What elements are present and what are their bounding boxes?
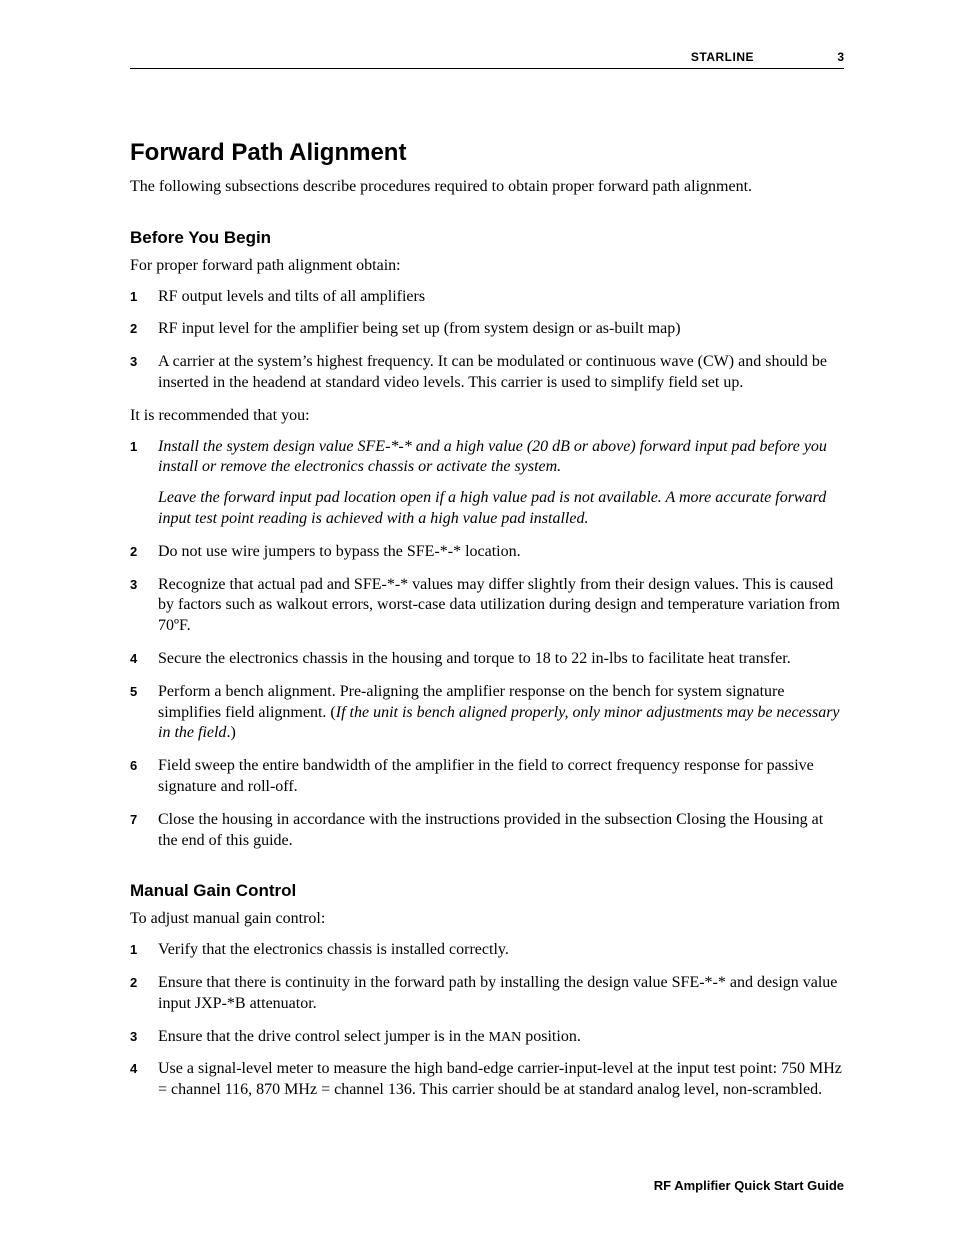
recommend-list: 1Install the system design value SFE-*-*… bbox=[130, 437, 844, 852]
list-item: 6Field sweep the entire bandwidth of the… bbox=[130, 756, 844, 798]
list-item: 7Close the housing in accordance with th… bbox=[130, 810, 844, 852]
list-paragraph: Secure the electronics chassis in the ho… bbox=[158, 649, 844, 670]
list-text: Verify that the electronics chassis is i… bbox=[158, 940, 844, 961]
page-header: STARLINE 3 bbox=[130, 50, 844, 69]
list-paragraph: Do not use wire jumpers to bypass the SF… bbox=[158, 542, 844, 563]
list-item: 4Use a signal-level meter to measure the… bbox=[130, 1059, 844, 1101]
list-text: Do not use wire jumpers to bypass the SF… bbox=[158, 542, 844, 563]
list-text: Ensure that there is continuity in the f… bbox=[158, 973, 844, 1015]
list-item: 2RF input level for the amplifier being … bbox=[130, 319, 844, 340]
obtain-list: 1RF output levels and tilts of all ampli… bbox=[130, 287, 844, 394]
page-footer: RF Amplifier Quick Start Guide bbox=[654, 1178, 844, 1193]
recommend-intro: It is recommended that you: bbox=[130, 406, 844, 427]
list-paragraph: Close the housing in accordance with the… bbox=[158, 810, 844, 852]
list-paragraph: Leave the forward input pad location ope… bbox=[158, 488, 844, 530]
list-item: 1RF output levels and tilts of all ampli… bbox=[130, 287, 844, 308]
manual-title: Manual Gain Control bbox=[130, 881, 844, 901]
list-text: Close the housing in accordance with the… bbox=[158, 810, 844, 852]
list-item: 3Recognize that actual pad and SFE-*-* v… bbox=[130, 575, 844, 637]
list-number: 3 bbox=[130, 352, 158, 394]
list-item: 3Ensure that the drive control select ju… bbox=[130, 1027, 844, 1048]
list-text: Field sweep the entire bandwidth of the … bbox=[158, 756, 844, 798]
list-number: 2 bbox=[130, 319, 158, 340]
section-intro: The following subsections describe proce… bbox=[130, 177, 844, 198]
list-item: 2Ensure that there is continuity in the … bbox=[130, 973, 844, 1015]
before-title: Before You Begin bbox=[130, 228, 844, 248]
manual-intro: To adjust manual gain control: bbox=[130, 909, 844, 930]
list-item: 1Install the system design value SFE-*-*… bbox=[130, 437, 844, 530]
list-number: 1 bbox=[130, 437, 158, 530]
list-item: 3A carrier at the system’s highest frequ… bbox=[130, 352, 844, 394]
list-paragraph: Install the system design value SFE-*-* … bbox=[158, 437, 844, 479]
list-item: 2Do not use wire jumpers to bypass the S… bbox=[130, 542, 844, 563]
list-number: 5 bbox=[130, 682, 158, 744]
list-paragraph: Recognize that actual pad and SFE-*-* va… bbox=[158, 575, 844, 637]
list-item: 1Verify that the electronics chassis is … bbox=[130, 940, 844, 961]
list-number: 1 bbox=[130, 940, 158, 961]
section-title: Forward Path Alignment bbox=[130, 139, 844, 167]
list-item: 5Perform a bench alignment. Pre-aligning… bbox=[130, 682, 844, 744]
list-paragraph: Perform a bench alignment. Pre-aligning … bbox=[158, 682, 844, 744]
page: STARLINE 3 Forward Path Alignment The fo… bbox=[0, 0, 954, 1235]
list-item: 4Secure the electronics chassis in the h… bbox=[130, 649, 844, 670]
header-page-number: 3 bbox=[754, 50, 844, 64]
list-text: Use a signal-level meter to measure the … bbox=[158, 1059, 844, 1101]
header-brand: STARLINE bbox=[691, 50, 754, 64]
list-number: 2 bbox=[130, 542, 158, 563]
list-text: Perform a bench alignment. Pre-aligning … bbox=[158, 682, 844, 744]
list-text: Install the system design value SFE-*-* … bbox=[158, 437, 844, 530]
list-text: Secure the electronics chassis in the ho… bbox=[158, 649, 844, 670]
list-text: Ensure that the drive control select jum… bbox=[158, 1027, 844, 1048]
list-number: 6 bbox=[130, 756, 158, 798]
list-paragraph: Field sweep the entire bandwidth of the … bbox=[158, 756, 844, 798]
list-text: RF output levels and tilts of all amplif… bbox=[158, 287, 844, 308]
list-text: A carrier at the system’s highest freque… bbox=[158, 352, 844, 394]
list-number: 2 bbox=[130, 973, 158, 1015]
list-text: RF input level for the amplifier being s… bbox=[158, 319, 844, 340]
list-text: Recognize that actual pad and SFE-*-* va… bbox=[158, 575, 844, 637]
list-number: 4 bbox=[130, 1059, 158, 1101]
list-number: 3 bbox=[130, 1027, 158, 1048]
list-number: 4 bbox=[130, 649, 158, 670]
list-number: 3 bbox=[130, 575, 158, 637]
before-intro: For proper forward path alignment obtain… bbox=[130, 256, 844, 277]
list-number: 1 bbox=[130, 287, 158, 308]
manual-steps-list: 1Verify that the electronics chassis is … bbox=[130, 940, 844, 1101]
list-number: 7 bbox=[130, 810, 158, 852]
